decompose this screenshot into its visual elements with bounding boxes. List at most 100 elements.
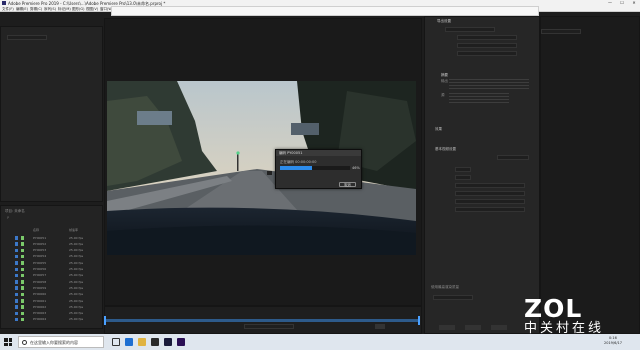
menu-graphics[interactable]: 图形(G): [72, 7, 84, 12]
project-list-row[interactable]: PY00053 25.00 fps: [11, 248, 95, 254]
frame-rate-dropdown[interactable]: [455, 183, 525, 188]
store-icon[interactable]: [151, 338, 159, 346]
menu-view[interactable]: 视图(V): [86, 7, 98, 12]
label-color-icon: [21, 317, 24, 322]
metadata-button[interactable]: [439, 325, 455, 330]
edge-icon[interactable]: [125, 338, 133, 346]
project-list-row[interactable]: PY00056 25.00 fps: [11, 267, 95, 273]
project-list-row[interactable]: PY00052 25.00 fps: [11, 241, 95, 247]
project-list-row[interactable]: PY00057 25.00 fps: [11, 273, 95, 279]
format-dropdown[interactable]: [457, 43, 517, 48]
project-list-row[interactable]: PY00064 25.00 fps: [11, 317, 95, 323]
out-point-marker[interactable]: [418, 316, 420, 325]
label-color-icon: [21, 305, 24, 309]
clip-icon: [15, 280, 18, 284]
menu-file[interactable]: 文件(F): [2, 7, 14, 12]
clip-frame-rate: 25.00 fps: [69, 273, 84, 278]
comments-field[interactable]: [457, 51, 517, 56]
fit-dropdown[interactable]: [375, 324, 385, 329]
summary-label: 摘要: [441, 73, 448, 77]
project-list-row[interactable]: PY00058 25.00 fps: [11, 279, 95, 285]
clip-frame-rate: 25.00 fps: [69, 311, 84, 316]
clip-name: PY00052: [33, 241, 47, 246]
project-header-rate[interactable]: 帧速率: [69, 228, 78, 232]
premiere-taskbar-icon[interactable]: [164, 338, 172, 346]
clip-name: PY00059: [33, 285, 47, 290]
taskbar-search-box[interactable]: 在这里输入你要搜索的内容: [18, 336, 104, 348]
label-color-icon: [21, 254, 24, 259]
file-explorer-icon[interactable]: [138, 338, 146, 346]
effects-tab[interactable]: 效果: [435, 127, 442, 132]
project-search-icon[interactable]: Ρ: [7, 216, 9, 220]
clip-icon: [15, 254, 18, 259]
label-color-icon: [21, 273, 24, 278]
clip-frame-rate: 25.00 fps: [69, 260, 84, 265]
project-list-row[interactable]: PY00060 25.00 fps: [11, 292, 95, 298]
label-color-icon: [21, 242, 24, 246]
system-clock[interactable]: 0:16 2019/6/17: [604, 336, 622, 346]
menu-clip[interactable]: 剪辑(C): [30, 7, 42, 12]
overhead-sign: [291, 123, 319, 135]
menu-marker[interactable]: 标记(M): [58, 7, 71, 12]
match-source-button[interactable]: [497, 155, 529, 160]
project-list-row[interactable]: PY00059 25.00 fps: [11, 285, 95, 291]
clip-name: PY00063: [33, 311, 47, 316]
clip-frame-rate: 25.00 fps: [69, 235, 84, 240]
source-panel: [0, 26, 103, 202]
video-preview: [107, 81, 416, 255]
in-point-marker[interactable]: [104, 316, 106, 325]
clip-name: PY00057: [33, 273, 47, 278]
media-encoder-taskbar-icon[interactable]: [177, 338, 185, 346]
windows-start-icon[interactable]: [4, 338, 12, 346]
match-sequence-checkbox[interactable]: [445, 27, 495, 32]
project-list-row[interactable]: PY00061 25.00 fps: [11, 298, 95, 304]
clip-name: PY00053: [33, 248, 47, 253]
clip-name: PY00055: [33, 260, 47, 265]
height-field[interactable]: [455, 175, 471, 180]
project-list-row[interactable]: PY00055 25.00 fps: [11, 260, 95, 266]
render-depth-checkbox[interactable]: [455, 207, 525, 212]
label-color-icon: [21, 311, 24, 316]
menu-edit[interactable]: 编辑(E): [16, 7, 28, 12]
aspect-dropdown[interactable]: [455, 199, 525, 204]
clip-frame-rate: 25.00 fps: [69, 285, 84, 290]
export-dialog-titlebar: [111, 6, 539, 16]
project-panel-tab[interactable]: 项目: 未命名: [5, 209, 25, 214]
clip-icon: [15, 236, 18, 240]
project-header-name[interactable]: 名称: [33, 228, 39, 232]
output-summary-text: [449, 79, 529, 91]
task-view-icon[interactable]: [112, 338, 120, 346]
search-icon: [22, 340, 27, 345]
export-button[interactable]: [491, 325, 507, 330]
cancel-button[interactable]: 取消: [339, 182, 356, 187]
encoding-dialog: 编码 PY00051 正在编码 00:00:00:00 46% 取消: [275, 149, 362, 189]
clip-frame-rate: 25.00 fps: [69, 304, 84, 309]
max-render-quality-checkbox[interactable]: 使用最高渲染质量: [431, 285, 459, 290]
clip-name: PY00060: [33, 292, 47, 297]
label-color-icon: [21, 286, 24, 290]
source-summary-text: [449, 93, 509, 103]
queue-button[interactable]: [465, 325, 481, 330]
project-panel: 项目: 未命名 Ρ 名称 帧速率 PY00051 25.00 fps PY00052…: [0, 205, 103, 329]
clip-frame-rate: 25.00 fps: [69, 254, 84, 259]
menu-sequence[interactable]: 序列(S): [44, 7, 56, 12]
project-list-row[interactable]: PY00063 25.00 fps: [11, 311, 95, 317]
import-into-project-checkbox[interactable]: [433, 295, 473, 300]
width-field[interactable]: [455, 167, 471, 172]
background-workspace: [540, 16, 640, 334]
clip-icon: [15, 299, 18, 303]
project-list-row[interactable]: PY00054 25.00 fps: [11, 254, 95, 260]
basic-video-settings-heading[interactable]: 基本视频设置: [435, 147, 456, 152]
clip-icon: [15, 305, 18, 309]
preset-dropdown[interactable]: [457, 35, 517, 40]
encoding-progress-fill: [280, 166, 313, 170]
timeline-range-bar[interactable]: [104, 319, 420, 322]
source-range-dropdown[interactable]: [244, 324, 294, 329]
project-list-row[interactable]: PY00062 25.00 fps: [11, 304, 95, 310]
clip-frame-rate: 25.00 fps: [69, 241, 84, 246]
field-order-dropdown[interactable]: [455, 191, 525, 196]
encoding-status-text: 正在编码 00:00:00:00: [280, 160, 317, 164]
project-list-row[interactable]: PY00051 25.00 fps: [11, 235, 95, 241]
source-dropdown[interactable]: [7, 35, 47, 40]
clip-name: PY00051: [33, 235, 47, 240]
